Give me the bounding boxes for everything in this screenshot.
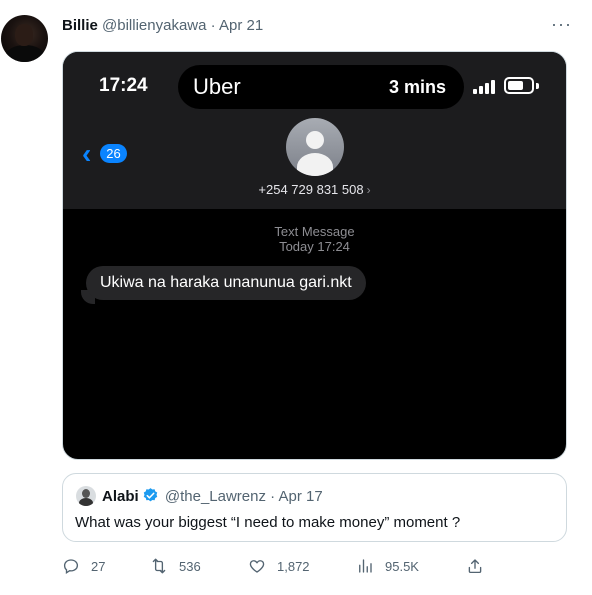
quoted-author-name: Alabi xyxy=(102,488,139,505)
contact-avatar-icon xyxy=(286,118,344,176)
message-meta: Text Message Today 17:24 xyxy=(63,224,566,254)
quoted-author-avatar xyxy=(76,486,96,506)
message-bubble: Ukiwa na haraka unanunua gari.nkt xyxy=(86,266,366,300)
message-label: Text Message xyxy=(274,224,355,239)
views-count: 95.5K xyxy=(385,558,419,574)
message-time: Today 17:24 xyxy=(279,239,350,254)
reply-icon xyxy=(63,559,79,574)
island-brand: Uber xyxy=(193,74,241,99)
tweet-date[interactable]: Apr 21 xyxy=(219,17,263,34)
imessage-header: 17:24 Uber 3 mins ‹ 26 +254 729 831 508 › xyxy=(63,52,566,209)
quoted-tweet[interactable]: Alabi @the_Lawrenz · Apr 17 What was you… xyxy=(62,473,567,542)
like-button[interactable]: 1,872 xyxy=(248,555,310,577)
separator: · xyxy=(210,17,216,34)
back-count-badge: 26 xyxy=(100,144,127,163)
back-chevron-icon: ‹ xyxy=(82,138,92,169)
tweet-header: Billie @billienyakawa · Apr 21 xyxy=(62,16,263,36)
island-eta: 3 mins xyxy=(388,77,446,97)
reply-count: 27 xyxy=(91,558,106,574)
tweet-actions: 27 536 1,872 95.5K xyxy=(62,555,492,577)
retweet-icon xyxy=(152,558,166,574)
like-count: 1,872 xyxy=(277,558,310,574)
phone-number: +254 729 831 508 xyxy=(258,182,364,197)
like-icon xyxy=(249,560,265,573)
more-options-icon[interactable]: ··· xyxy=(551,14,572,34)
views-icon xyxy=(359,559,372,573)
author-handle[interactable]: @billienyakawa xyxy=(102,17,206,34)
quoted-tweet-date: Apr 17 xyxy=(278,488,323,505)
share-button[interactable] xyxy=(466,555,495,577)
contact-phone: +254 729 831 508 › xyxy=(63,182,566,197)
battery-icon xyxy=(504,77,534,94)
views-button[interactable]: 95.5K xyxy=(356,555,419,577)
chevron-right-icon: › xyxy=(366,183,371,197)
author-name[interactable]: Billie xyxy=(62,17,98,34)
tweet-media-screenshot[interactable]: 17:24 Uber 3 mins ‹ 26 +254 729 831 508 ›… xyxy=(62,51,567,460)
quoted-tweet-text: What was your biggest “I need to make mo… xyxy=(75,514,461,531)
dynamic-island: Uber 3 mins xyxy=(178,65,464,109)
author-avatar[interactable] xyxy=(1,15,48,62)
share-icon xyxy=(468,559,482,574)
verified-badge-icon xyxy=(143,488,157,502)
quoted-tweet-header: Alabi @the_Lawrenz · Apr 17 xyxy=(102,487,323,506)
status-time: 17:24 xyxy=(99,75,148,96)
signal-icon xyxy=(473,80,495,94)
retweet-count: 536 xyxy=(179,558,201,574)
separator: · xyxy=(270,488,276,505)
quoted-author-handle: @the_Lawrenz xyxy=(164,488,266,505)
retweet-button[interactable]: 536 xyxy=(150,555,201,577)
reply-button[interactable]: 27 xyxy=(62,555,105,577)
